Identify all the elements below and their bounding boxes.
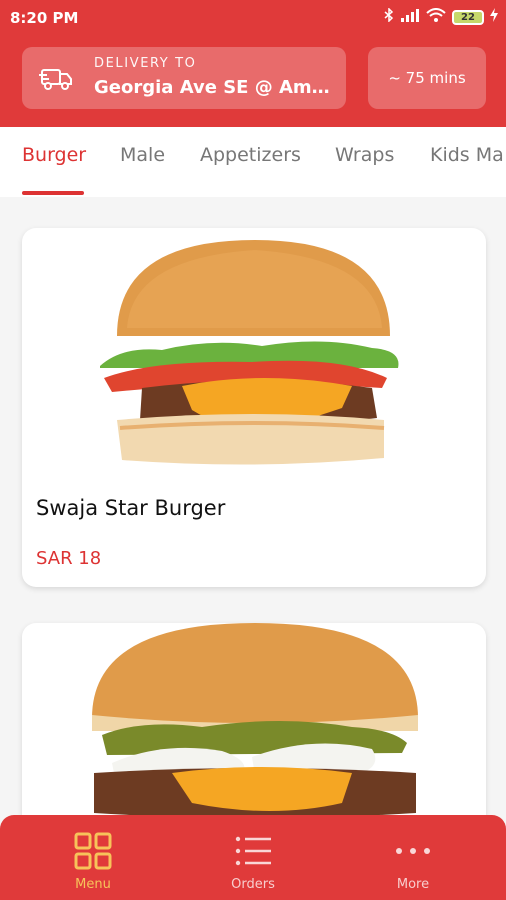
menu-item-card[interactable]: Swaja Star Burger SAR 18 (22, 228, 486, 587)
tab-wraps[interactable]: Wraps (335, 144, 394, 166)
tab-appetizers[interactable]: Appetizers (200, 144, 301, 166)
bottom-navigation: Menu Orders More (0, 815, 506, 900)
delivery-address: Georgia Ave SE @ Ami S... (94, 77, 334, 98)
status-icons: 22 (384, 7, 498, 26)
tab-male[interactable]: Male (120, 144, 165, 166)
status-time: 8:20 PM (10, 9, 79, 27)
charging-icon (490, 8, 498, 26)
more-dots-icon (396, 848, 430, 854)
wifi-icon (426, 8, 446, 26)
burger-image (100, 240, 399, 465)
bluetooth-icon (384, 7, 394, 26)
nav-more[interactable]: More (353, 815, 473, 900)
grid-icon (74, 832, 112, 870)
delivery-location-button[interactable]: DELIVERY TO Georgia Ave SE @ Ami S... (22, 47, 346, 109)
delivery-truck-icon (39, 69, 72, 90)
nav-orders[interactable]: Orders (193, 815, 313, 900)
battery-icon: 22 (452, 9, 484, 25)
nav-menu-label: Menu (75, 877, 111, 892)
app-header: 8:20 PM 22 DELIVERY TO Georgia Ave SE @ … (0, 0, 506, 127)
list-icon (235, 836, 271, 866)
tab-kids-meal[interactable]: Kids Ma (430, 144, 504, 166)
menu-item-price: SAR 18 (36, 548, 102, 569)
delivery-label: DELIVERY TO (94, 56, 197, 71)
nav-orders-label: Orders (231, 877, 275, 892)
tab-burger[interactable]: Burger (22, 144, 86, 166)
nav-menu[interactable]: Menu (33, 815, 153, 900)
menu-item-name: Swaja Star Burger (36, 496, 226, 520)
signal-icon (400, 8, 420, 26)
active-tab-indicator (22, 191, 84, 195)
nav-more-label: More (396, 877, 430, 892)
status-bar: 8:20 PM 22 (0, 0, 506, 36)
eta-badge[interactable]: ~ 75 mins (368, 47, 486, 109)
category-tabs: Burger Male Appetizers Wraps Kids Ma (0, 127, 506, 197)
